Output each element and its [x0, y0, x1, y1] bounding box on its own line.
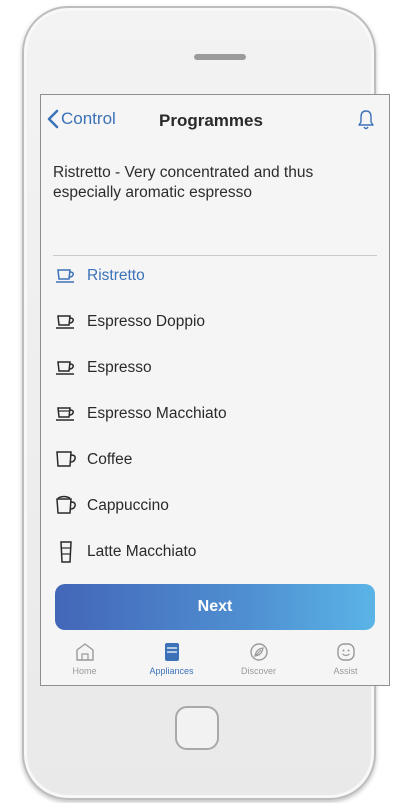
programme-description: Ristretto - Very concentrated and thus e… — [53, 164, 314, 201]
programme-item-ristretto[interactable]: Ristretto — [53, 253, 373, 299]
chevron-left-icon — [47, 109, 59, 129]
app-screen: Control Programmes Ristretto - Very conc… — [40, 94, 390, 686]
tab-discover[interactable]: Discover — [215, 637, 302, 685]
back-button[interactable]: Control — [47, 109, 116, 129]
macchiato-cup-icon — [53, 402, 79, 426]
programme-label: Ristretto — [87, 267, 145, 284]
programme-item-latte-macchiato[interactable]: Latte Macchiato — [53, 529, 373, 575]
tab-assist[interactable]: Assist — [302, 637, 389, 685]
back-label: Control — [61, 109, 116, 128]
assist-icon — [336, 643, 355, 661]
programme-label: Latte Macchiato — [87, 543, 197, 560]
home-icon — [75, 643, 94, 661]
phone-home-button[interactable] — [175, 706, 219, 750]
appliances-icon — [164, 643, 179, 661]
tab-appliances[interactable]: Appliances — [128, 637, 215, 685]
phone-speaker — [194, 54, 246, 60]
navigation-bar: Control Programmes — [41, 95, 389, 147]
tab-label: Discover — [240, 666, 276, 676]
espresso-cup-icon — [53, 310, 79, 334]
small-cup-icon — [53, 264, 79, 288]
programme-item-espresso-macchiato[interactable]: Espresso Macchiato — [53, 391, 373, 437]
programme-label: Espresso Doppio — [87, 313, 206, 330]
bell-icon[interactable] — [357, 109, 375, 136]
programme-label: Cappuccino — [87, 497, 169, 514]
programme-item-espresso-doppio[interactable]: Espresso Doppio — [53, 299, 373, 345]
programme-item-coffee[interactable]: Coffee — [53, 437, 373, 483]
cappuccino-cup-icon — [53, 494, 79, 518]
coffee-cup-icon — [53, 448, 79, 472]
programme-label: Espresso Macchiato — [87, 405, 227, 422]
next-button[interactable]: Next — [55, 584, 375, 630]
latte-glass-icon — [53, 540, 79, 564]
discover-icon — [249, 643, 268, 661]
tab-label: Appliances — [149, 666, 194, 676]
programme-list: Ristretto Espresso Doppio Espresso Espre… — [53, 253, 373, 575]
programme-item-espresso[interactable]: Espresso — [53, 345, 373, 391]
tab-home[interactable]: Home — [41, 637, 128, 685]
page-title: Programmes — [159, 111, 263, 130]
programme-label: Espresso — [87, 359, 152, 376]
programme-label: Coffee — [87, 451, 133, 468]
espresso-cup-icon — [53, 356, 79, 380]
tab-label: Home — [72, 666, 97, 676]
programme-item-cappuccino[interactable]: Cappuccino — [53, 483, 373, 529]
tab-bar: Home Appliances Discover Assist — [41, 637, 389, 685]
tab-label: Assist — [333, 666, 358, 676]
